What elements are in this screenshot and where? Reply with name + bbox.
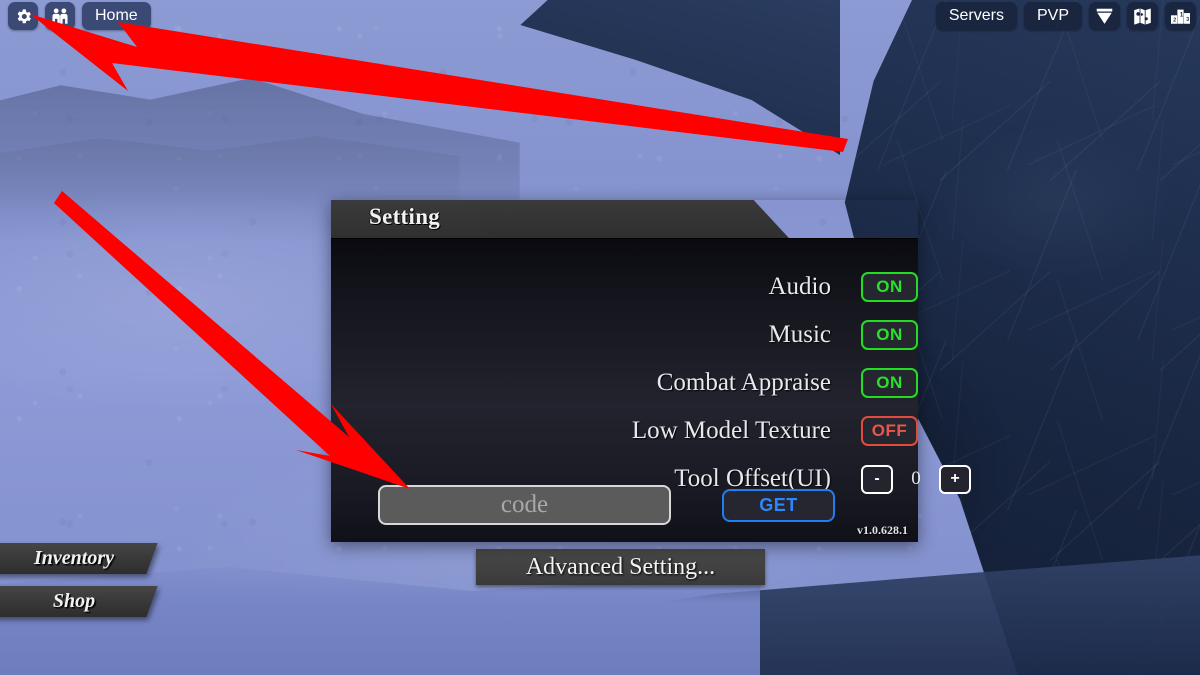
pvp-button[interactable]: PVP <box>1023 2 1082 30</box>
toggle-music[interactable]: ON <box>861 320 918 350</box>
badge-icon <box>1094 7 1115 26</box>
people-icon <box>50 7 70 25</box>
badge-button[interactable] <box>1089 2 1120 30</box>
toggle-audio-value: ON <box>876 277 903 296</box>
plus-icon: + <box>950 470 960 487</box>
close-button[interactable]: ✕ <box>838 209 894 236</box>
code-submit-label: GET <box>759 494 798 515</box>
friends-button[interactable] <box>45 2 75 30</box>
setting-dialog-titlebar: Setting ✕ <box>331 200 918 238</box>
toggle-low-model-texture-value: OFF <box>871 421 908 440</box>
setting-label-combat-appraise: Combat Appraise <box>656 369 831 396</box>
servers-button[interactable]: Servers <box>935 2 1017 30</box>
setting-label-audio: Audio <box>768 273 832 300</box>
leaderboard-button[interactable]: 1 2 3 <box>1165 2 1196 30</box>
pvp-button-label: PVP <box>1036 7 1069 24</box>
toggle-combat-appraise[interactable]: ON <box>861 368 918 398</box>
sidebar-item-shop-label: Shop <box>52 590 96 612</box>
toggle-music-value: ON <box>876 325 903 344</box>
advanced-setting-label: Advanced Setting... <box>525 553 716 580</box>
setting-row-combat-appraise: Combat Appraise ON <box>331 363 918 403</box>
servers-button-label: Servers <box>948 7 1004 24</box>
toggle-low-model-texture[interactable]: OFF <box>861 416 918 446</box>
home-button[interactable]: Home <box>82 2 151 30</box>
code-input[interactable]: code <box>378 485 671 525</box>
advanced-setting-button[interactable]: Advanced Setting... <box>476 549 765 585</box>
map-button[interactable] <box>1127 2 1158 30</box>
svg-text:3: 3 <box>1186 16 1189 22</box>
setting-label-music: Music <box>768 321 832 348</box>
topbar-right: Servers PVP 1 2 3 <box>935 2 1196 30</box>
setting-row-low-model-texture: Low Model Texture OFF <box>331 411 918 451</box>
close-icon: ✕ <box>859 214 873 232</box>
version-label: v1.0.628.1 <box>857 523 908 537</box>
setting-row-audio: Audio ON <box>331 267 918 307</box>
topbar-left: Home <box>8 2 151 30</box>
sidebar-item-inventory[interactable]: Inventory <box>0 543 158 574</box>
code-input-placeholder: code <box>500 491 549 518</box>
setting-dialog: Setting ✕ Audio ON Music ON Combat Appra… <box>331 200 971 542</box>
home-button-label: Home <box>95 7 138 24</box>
sidebar-item-shop[interactable]: Shop <box>0 586 158 617</box>
setting-label-low-model-texture: Low Model Texture <box>631 417 831 444</box>
code-redeem-row: code GET <box>331 482 918 528</box>
page-title: Setting <box>369 204 441 229</box>
settings-gear-button[interactable] <box>8 2 38 30</box>
setting-row-music: Music ON <box>331 315 918 355</box>
podium-icon: 1 2 3 <box>1170 7 1191 26</box>
setting-dialog-body: Audio ON Music ON Combat Appraise ON Low… <box>331 238 971 542</box>
toggle-audio[interactable]: ON <box>861 272 918 302</box>
map-icon <box>1132 7 1153 26</box>
toggle-combat-appraise-value: ON <box>876 373 903 392</box>
code-submit-button[interactable]: GET <box>722 488 835 522</box>
sidebar-item-inventory-label: Inventory <box>34 547 114 569</box>
svg-text:2: 2 <box>1173 17 1176 23</box>
tool-offset-increment-button[interactable]: + <box>939 464 971 494</box>
gear-icon <box>14 7 33 26</box>
